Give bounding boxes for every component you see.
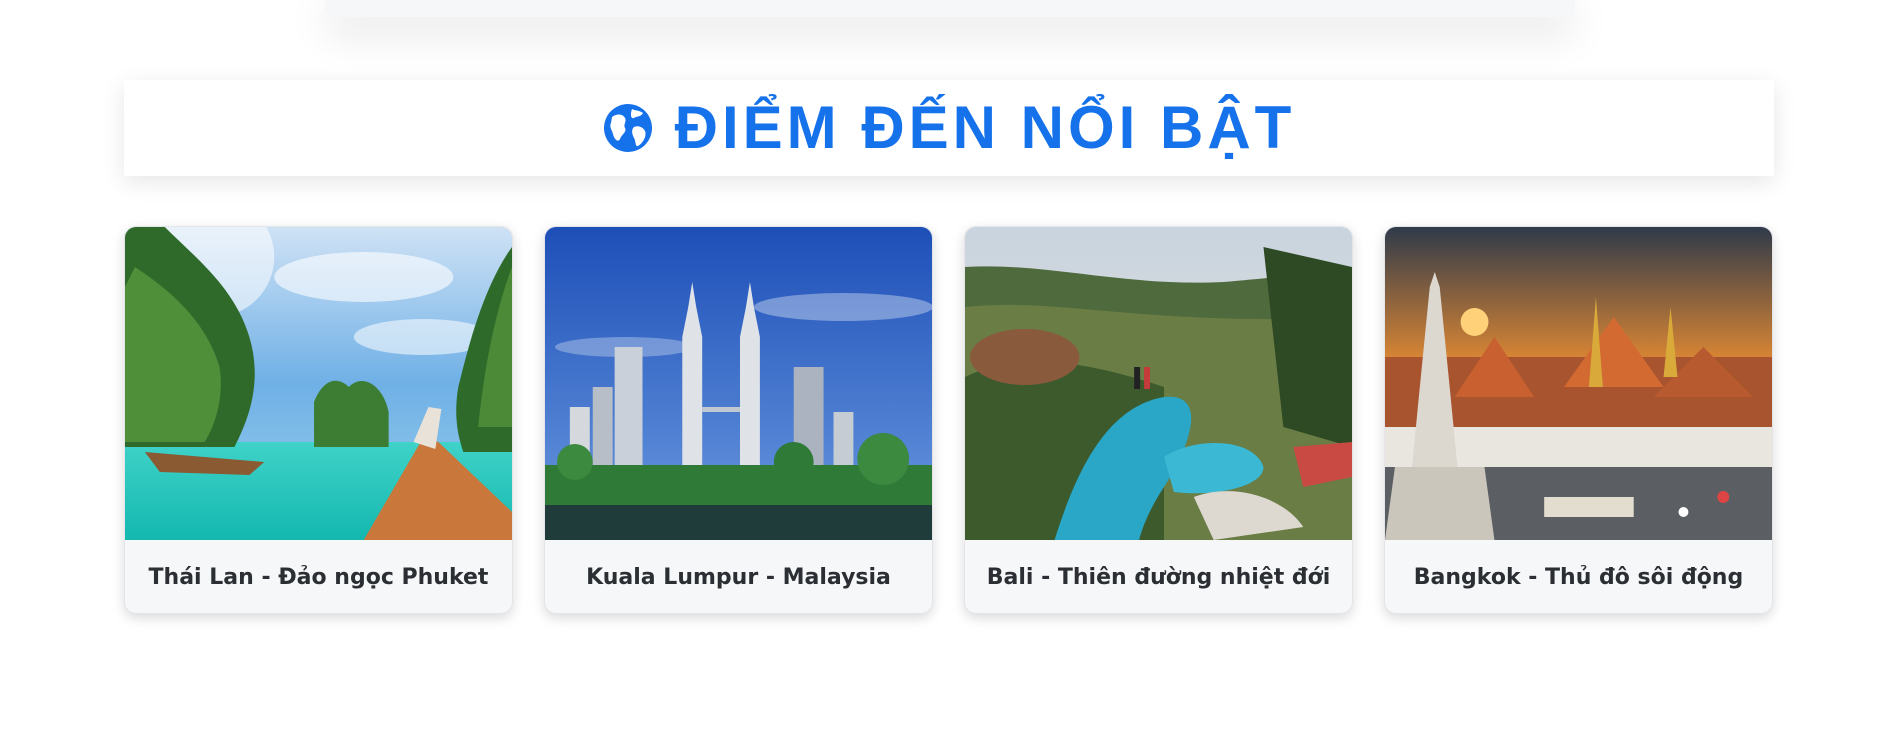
destination-card-bali[interactable]: Bali - Thiên đường nhiệt đới bbox=[964, 226, 1353, 614]
kuala-lumpur-petronas-towers-photo bbox=[545, 227, 932, 540]
bali-jungle-pool-photo bbox=[965, 227, 1352, 540]
bangkok-grand-palace-photo bbox=[1385, 227, 1772, 540]
destination-card-kuala-lumpur[interactable]: Kuala Lumpur - Malaysia bbox=[544, 226, 933, 614]
section-title: ĐIỂM ĐẾN NỔI BẬT bbox=[674, 94, 1296, 161]
section-header: ĐIỂM ĐẾN NỔI BẬT bbox=[124, 80, 1774, 176]
globe-icon bbox=[603, 104, 652, 152]
destination-caption: Bali - Thiên đường nhiệt đới bbox=[986, 565, 1331, 590]
destination-caption: Bangkok - Thủ đô sôi động bbox=[1413, 565, 1744, 590]
destination-caption: Kuala Lumpur - Malaysia bbox=[586, 565, 891, 590]
destination-cards: Thái Lan - Đảo ngọc Phuket Kuala Lumpur … bbox=[124, 226, 1774, 614]
destination-card-thailand[interactable]: Thái Lan - Đảo ngọc Phuket bbox=[124, 226, 513, 614]
destination-card-bangkok[interactable]: Bangkok - Thủ đô sôi động bbox=[1384, 226, 1773, 614]
destination-caption: Thái Lan - Đảo ngọc Phuket bbox=[148, 565, 489, 590]
top-panel bbox=[325, 0, 1575, 17]
thailand-phuket-beach-photo bbox=[125, 227, 512, 540]
